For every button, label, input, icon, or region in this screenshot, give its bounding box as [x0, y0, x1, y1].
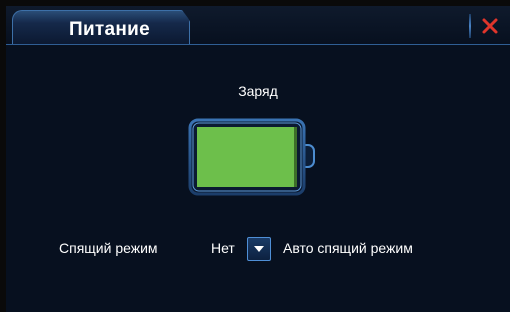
power-dialog: Питание Заряд Спящий режим Нет Авто спящ… — [6, 6, 510, 312]
title-bar: Питание — [6, 6, 510, 45]
chevron-down-icon — [254, 246, 264, 252]
battery-fill — [197, 127, 297, 187]
tab-power[interactable]: Питание — [12, 10, 190, 44]
title-divider — [469, 14, 471, 38]
tab-power-label: Питание — [69, 19, 151, 40]
sleep-mode-label: Спящий режим — [59, 240, 158, 256]
sleep-row: Спящий режим Нет Авто спящий режим — [6, 236, 510, 264]
auto-sleep-label: Авто спящий режим — [283, 240, 413, 256]
sleep-mode-value: Нет — [211, 240, 235, 256]
battery-icon — [188, 118, 315, 196]
close-button[interactable] — [478, 14, 502, 38]
sleep-mode-dropdown[interactable] — [247, 237, 271, 261]
battery-indicator — [188, 118, 328, 203]
close-x-icon — [482, 18, 498, 34]
charge-label: Заряд — [238, 83, 278, 99]
